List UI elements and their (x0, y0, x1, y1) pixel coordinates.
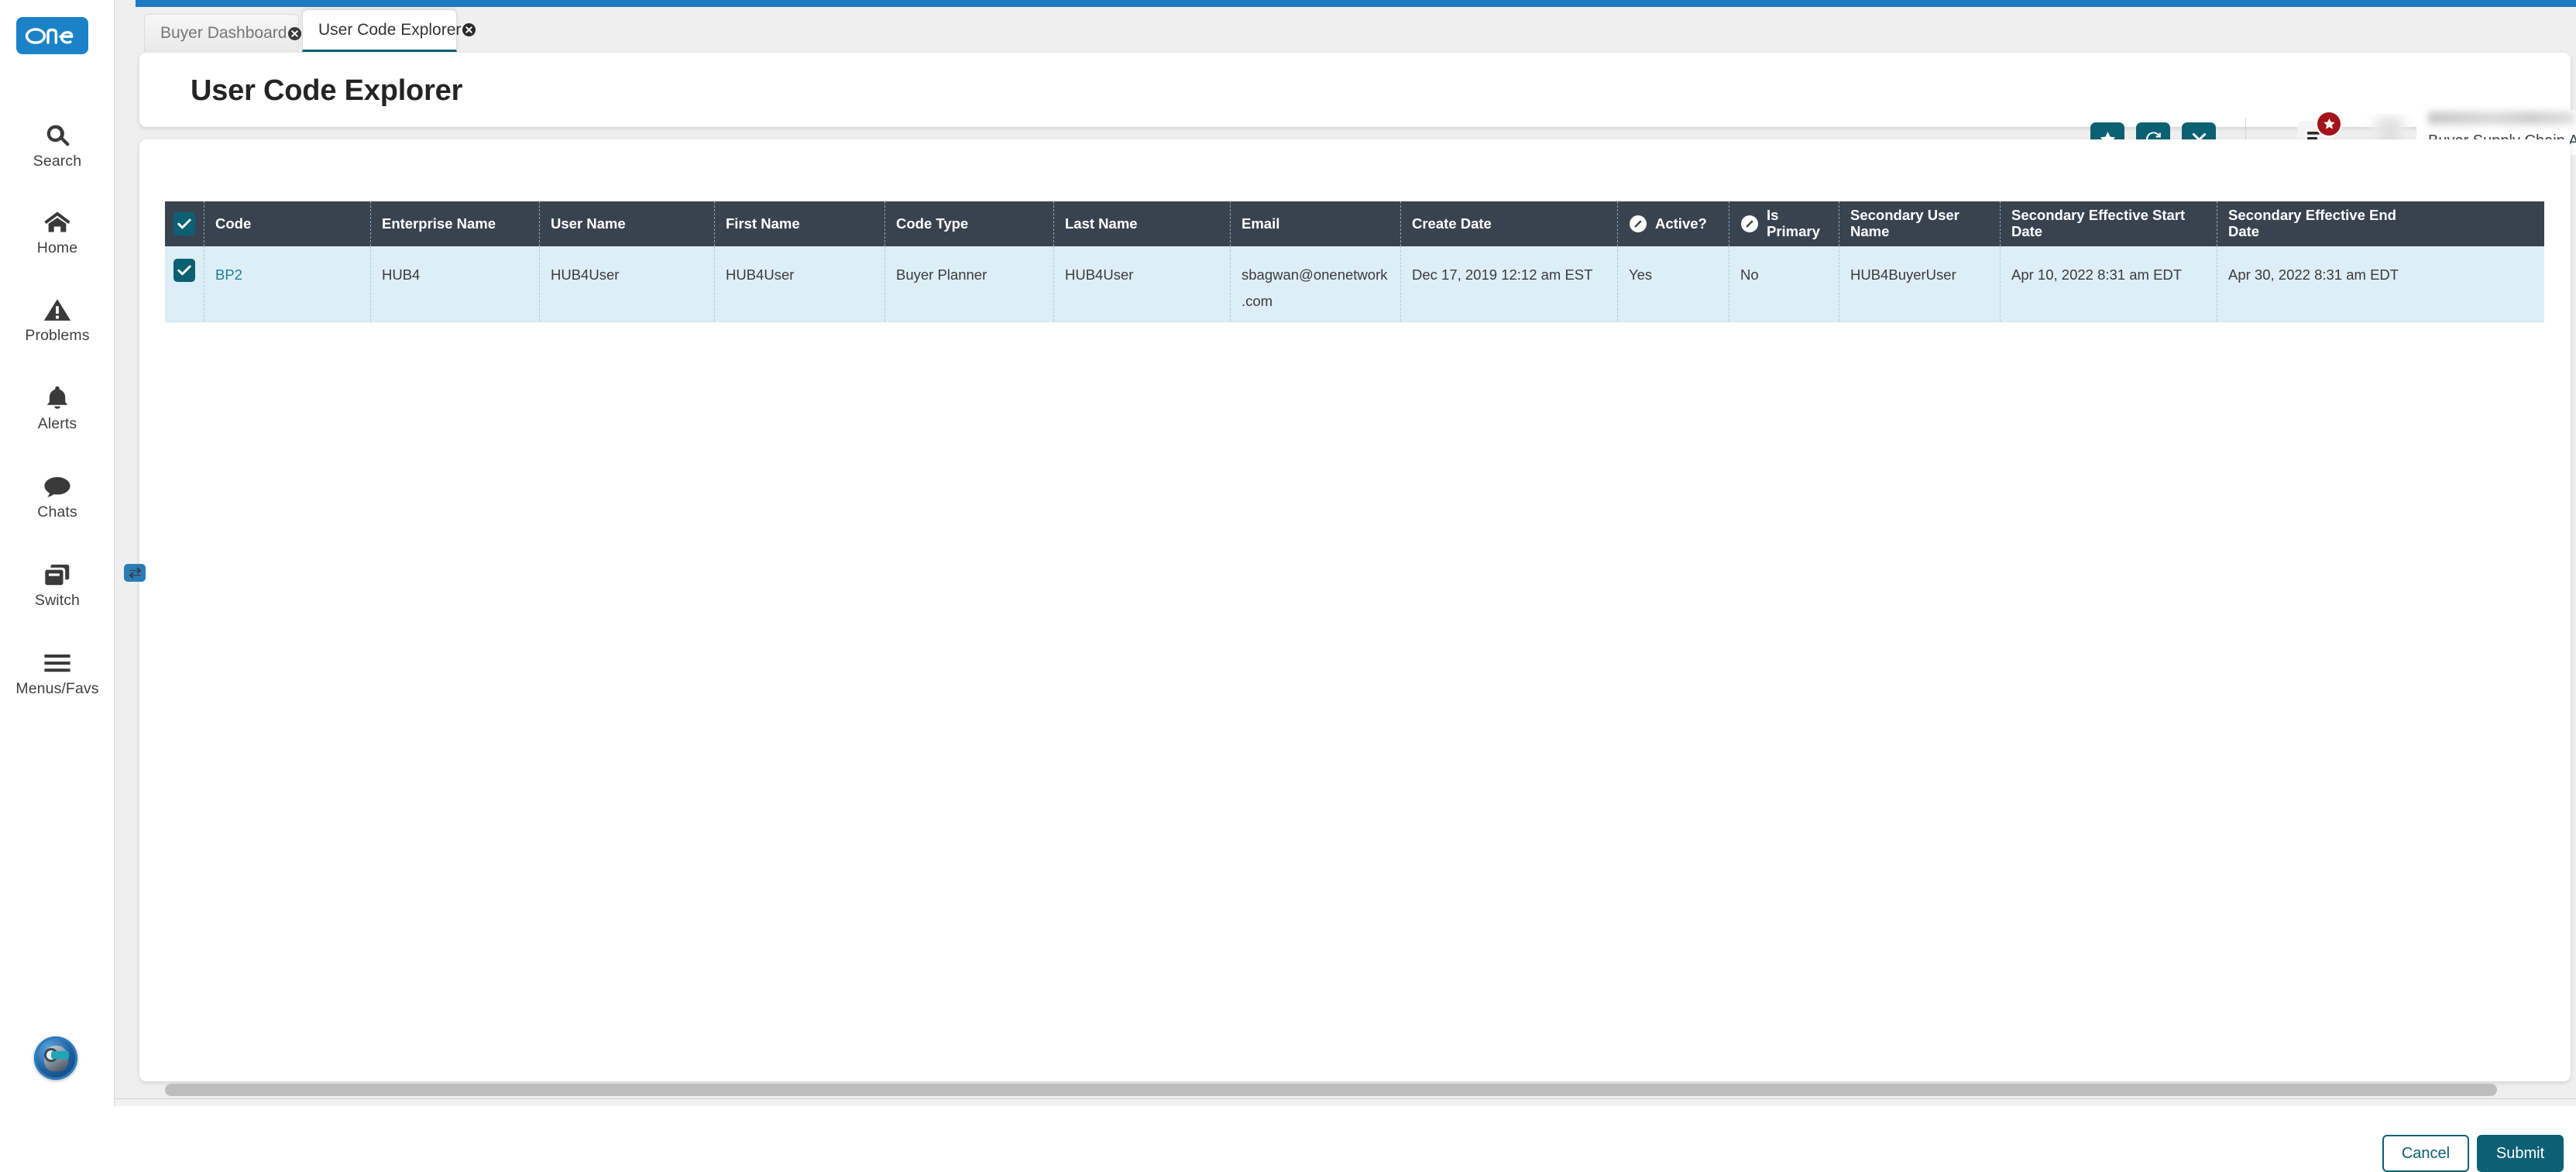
sidebar-item-chats[interactable]: Chats (0, 471, 115, 521)
select-all-checkbox[interactable] (165, 201, 204, 246)
column-header-active[interactable]: Active? (1617, 201, 1729, 246)
sidebar-item-label: Problems (25, 327, 90, 344)
close-circle-icon[interactable] (461, 22, 476, 38)
assistant-visor-shape (51, 1051, 69, 1059)
page-header-card: User Code Explorer Buyer Supply Chain Ad… (139, 53, 2576, 171)
chat-bubble-icon (43, 471, 71, 502)
home-icon (43, 207, 71, 238)
tab-user-code-explorer[interactable]: User Code Explorer (302, 9, 476, 52)
column-header-label: Is Primary (1767, 207, 1820, 239)
column-header-uname[interactable]: User Name (539, 201, 714, 246)
tab-buyer-dashboard[interactable]: Buyer Dashboard (144, 14, 302, 52)
browser-bottom-strip (0, 1098, 2576, 1106)
cell-ent: HUB4 (370, 246, 539, 321)
sidebar-item-problems[interactable]: Problems (0, 294, 115, 345)
column-header-label: Create Date (1412, 215, 1492, 232)
horizontal-scrollbar[interactable] (165, 1084, 2544, 1096)
data-grid: Code Enterprise Name User Name First Name Co… (165, 201, 2544, 322)
column-header-label: Active? (1655, 215, 1707, 232)
cell-sstart: Apr 10, 2022 8:31 am EDT (2000, 246, 2217, 321)
sidebar-item-label: Search (33, 153, 82, 170)
column-header-label: First Name (726, 215, 800, 232)
column-header-fname[interactable]: First Name (714, 201, 884, 246)
data-table-card: Code Enterprise Name User Name First Name Co… (139, 139, 2571, 1172)
top-accent-bar (136, 0, 2576, 7)
one-network-logo[interactable] (16, 17, 88, 54)
column-header-label: User Name (551, 215, 626, 232)
column-header-primary[interactable]: Is Primary (1729, 201, 1839, 246)
sidebar-item-label: Menus/Favs (15, 680, 99, 697)
column-header-label: Code Type (896, 215, 969, 232)
warning-triangle-icon (43, 294, 71, 325)
column-header-sstart[interactable]: Secondary Effective Start Date (2000, 201, 2217, 246)
column-header-label: Secondary User Name (1850, 207, 1959, 239)
column-header-email[interactable]: Email (1230, 201, 1400, 246)
column-header-code[interactable]: Code (204, 201, 370, 246)
cell-email: sbagwan@onenetwork.com (1230, 246, 1400, 321)
column-header-send[interactable]: Secondary Effective End Date (2217, 201, 2422, 246)
column-header-label: Secondary Effective Start Date (2011, 207, 2186, 239)
ai-assistant-orb-icon[interactable] (34, 1036, 77, 1080)
cell-active: Yes (1617, 246, 1729, 321)
data-grid-body: BP2 HUB4 HUB4User HUB4User Buyer Planner HUB4… (165, 246, 2544, 322)
cell-send: Apr 30, 2022 8:31 am EDT (2217, 246, 2422, 321)
user-full-name-redacted (2428, 112, 2575, 125)
sidebar-item-alerts[interactable]: Alerts (0, 383, 115, 433)
cell-lname: HUB4User (1053, 246, 1230, 321)
cell-uname: HUB4User (539, 246, 714, 321)
column-header-ent[interactable]: Enterprise Name (370, 201, 539, 246)
cancel-button[interactable]: Cancel (2382, 1135, 2469, 1172)
hamburger-icon (43, 648, 71, 679)
cell-suser: HUB4BuyerUser (1839, 246, 2000, 321)
column-header-label: Code (215, 215, 252, 232)
search-icon (44, 120, 70, 151)
data-grid-header-row: Code Enterprise Name User Name First Name Co… (165, 201, 2544, 246)
tab-strip: Buyer Dashboard User Code Explorer (136, 7, 2576, 52)
column-header-suser[interactable]: Secondary User Name (1839, 201, 2000, 246)
cell-cdate: Dec 17, 2019 12:12 am EST (1400, 246, 1617, 321)
sidebar-item-label: Chats (37, 504, 77, 521)
checkmark-icon[interactable] (173, 259, 195, 282)
left-navigation-rail: Search Home Problems Alerts Chats Switch… (0, 0, 146, 1106)
sidebar-item-menus-favs[interactable]: Menus/Favs (0, 648, 115, 698)
column-header-label: Enterprise Name (382, 215, 496, 232)
column-header-cdate[interactable]: Create Date (1400, 201, 1617, 246)
tab-label: User Code Explorer (318, 20, 462, 39)
column-header-label: Last Name (1065, 215, 1138, 232)
cell-code[interactable]: BP2 (204, 246, 370, 321)
column-header-ctype[interactable]: Code Type (884, 201, 1053, 246)
close-circle-icon[interactable] (287, 26, 302, 41)
sidebar-item-label: Alerts (37, 415, 77, 432)
horizontal-scrollbar-thumb[interactable] (165, 1084, 2497, 1096)
cell-ctype: Buyer Planner (884, 246, 1053, 321)
star-badge-icon (2317, 112, 2341, 136)
cell-primary: No (1729, 246, 1839, 321)
column-header-lname[interactable]: Last Name (1053, 201, 1230, 246)
row-select-checkbox[interactable] (165, 246, 204, 321)
submit-button[interactable]: Submit (2477, 1135, 2564, 1172)
sidebar-item-search[interactable]: Search (0, 120, 115, 170)
page-title: User Code Explorer (191, 74, 463, 107)
exchange-arrows-icon[interactable] (124, 564, 146, 582)
sidebar-item-home[interactable]: Home (0, 207, 115, 257)
cell-fname: HUB4User (714, 246, 884, 321)
tab-label: Buyer Dashboard (160, 24, 287, 42)
column-header-label: Email (1242, 215, 1280, 232)
column-header-label: Secondary Effective End Date (2228, 207, 2396, 239)
sidebar-item-label: Home (36, 239, 78, 256)
switch-windows-icon (43, 559, 146, 590)
main-content-area: Buyer Dashboard User Code Explorer User … (115, 0, 2576, 1172)
checkmark-icon[interactable] (173, 212, 195, 235)
table-row[interactable]: BP2 HUB4 HUB4User HUB4User Buyer Planner HUB4… (165, 246, 2544, 322)
bell-icon (45, 383, 70, 414)
sidebar-item-switch[interactable]: Switch (0, 559, 146, 610)
sidebar-item-label: Switch (34, 592, 81, 609)
